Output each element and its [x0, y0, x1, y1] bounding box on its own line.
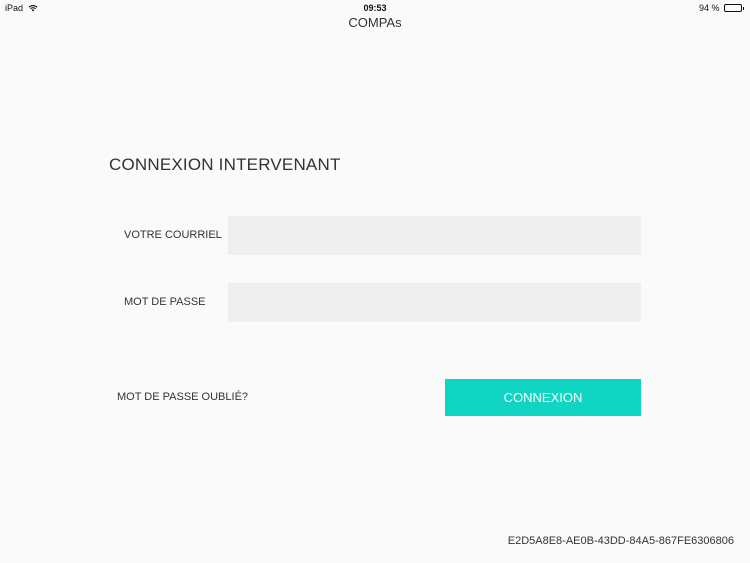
password-label: MOT DE PASSE	[124, 296, 206, 308]
device-id: E2D5A8E8-AE0B-43DD-84A5-867FE6306806	[507, 535, 734, 547]
forgot-password-link[interactable]: MOT DE PASSE OUBLIÉ?	[117, 391, 248, 403]
status-time: 09:53	[363, 3, 387, 13]
email-label: VOTRE COURRIEL	[124, 229, 222, 241]
status-right: 94 %	[699, 3, 744, 13]
battery-icon	[723, 4, 744, 12]
login-button[interactable]: CONNEXION	[445, 379, 641, 416]
app-title: COMPAs	[348, 15, 402, 30]
battery-percent: 94 %	[698, 3, 720, 13]
password-field[interactable]	[228, 283, 641, 322]
email-field[interactable]	[228, 216, 641, 255]
login-screen: iPad 09:53 94 % COMPAs CONNEXION INTERVE…	[0, 0, 750, 563]
status-bar: iPad 09:53 94 %	[0, 0, 750, 16]
form-title: CONNEXION INTERVENANT	[109, 155, 341, 174]
